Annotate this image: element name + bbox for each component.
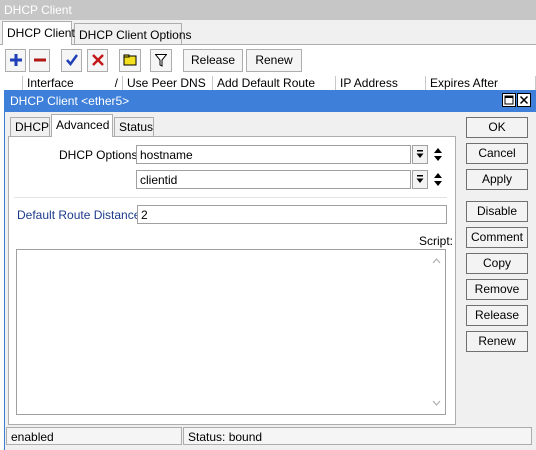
- filter-button[interactable]: [150, 49, 172, 72]
- column-header-expires-after[interactable]: Expires After: [426, 76, 536, 90]
- remove-button[interactable]: [29, 49, 50, 72]
- tab-status[interactable]: Status: [114, 117, 154, 137]
- close-button[interactable]: [517, 93, 531, 107]
- dhcp-options-label: DHCP Options:: [59, 148, 141, 162]
- dropdown-button[interactable]: [412, 170, 428, 189]
- add-button[interactable]: [5, 49, 26, 72]
- note-icon: [123, 54, 137, 66]
- outer-tab-bar: DHCP Client DHCP Client Options: [0, 20, 536, 45]
- maximize-icon: [504, 95, 514, 105]
- up-down-arrows-icon: [434, 173, 442, 186]
- scrollbar-arrows-icon: [432, 258, 441, 406]
- script-scrollbar[interactable]: [428, 250, 445, 414]
- plus-icon: [9, 54, 22, 66]
- disable-button[interactable]: Disable: [466, 201, 528, 222]
- comment-button[interactable]: [119, 49, 141, 72]
- release-button[interactable]: Release: [183, 49, 243, 72]
- release-button[interactable]: Release: [466, 305, 528, 326]
- reorder-control[interactable]: [432, 170, 444, 189]
- x-icon: [91, 54, 104, 66]
- dhcp-option-field[interactable]: clientid: [136, 170, 411, 189]
- default-route-distance-field[interactable]: 2: [137, 205, 447, 224]
- tab-advanced[interactable]: Advanced: [51, 114, 113, 137]
- remove-button[interactable]: Remove: [466, 279, 528, 300]
- cancel-button[interactable]: Cancel: [466, 143, 528, 164]
- renew-button[interactable]: Renew: [466, 331, 528, 352]
- column-header-add-default-route[interactable]: Add Default Route: [213, 76, 336, 90]
- enable-button[interactable]: [61, 49, 82, 72]
- column-header-flags[interactable]: [3, 76, 23, 90]
- grid-header: Interface / Use Peer DNS Add Default Rout…: [3, 76, 536, 90]
- tab-dhcp-client[interactable]: DHCP Client: [2, 21, 75, 45]
- apply-button[interactable]: Apply: [466, 169, 528, 190]
- reorder-control[interactable]: [432, 145, 444, 164]
- dropdown-button[interactable]: [412, 145, 428, 164]
- filter-icon: [155, 54, 167, 67]
- comment-button[interactable]: Comment: [466, 227, 528, 248]
- dialog-title: DHCP Client <ether5>: [4, 90, 536, 112]
- script-textarea[interactable]: [16, 249, 446, 415]
- chevron-down-icon: [416, 150, 424, 158]
- status-enabled: enabled: [6, 427, 182, 445]
- default-route-distance-label: Default Route Distance:: [17, 208, 144, 222]
- renew-button[interactable]: Renew: [246, 49, 302, 72]
- ok-button[interactable]: OK: [466, 117, 528, 138]
- column-header-ip-address[interactable]: IP Address: [336, 76, 426, 90]
- tab-dhcp-client-options[interactable]: DHCP Client Options: [74, 23, 192, 44]
- copy-button[interactable]: Copy: [466, 253, 528, 274]
- check-icon: [65, 54, 78, 66]
- tab-dhcp[interactable]: DHCP: [10, 117, 50, 137]
- status-bound: Status: bound: [183, 427, 532, 445]
- outer-window-title: DHCP Client: [0, 0, 536, 20]
- dhcp-option-field[interactable]: hostname: [136, 145, 411, 164]
- maximize-button[interactable]: [502, 93, 516, 107]
- sort-indicator: /: [114, 76, 118, 90]
- chevron-down-icon: [416, 175, 424, 183]
- column-header-use-peer-dns[interactable]: Use Peer DNS: [123, 76, 213, 90]
- minus-icon: [33, 58, 46, 62]
- close-icon: [519, 95, 529, 105]
- up-down-arrows-icon: [434, 148, 442, 161]
- disable-button[interactable]: [87, 49, 108, 72]
- section-divider: [14, 197, 447, 198]
- script-label: Script:: [419, 234, 454, 248]
- column-header-interface[interactable]: Interface /: [23, 76, 123, 90]
